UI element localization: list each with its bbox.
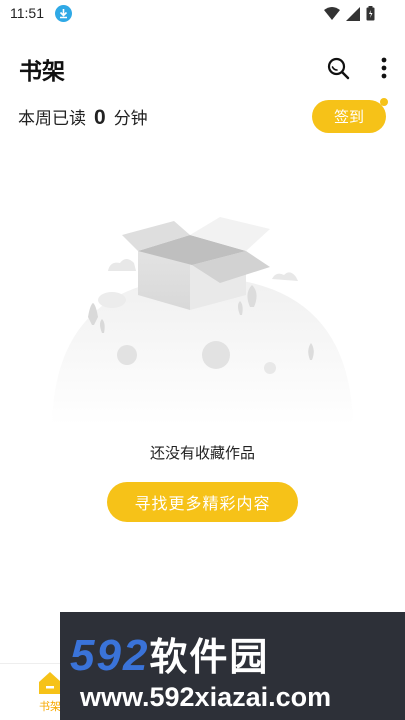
search-button[interactable] bbox=[324, 54, 352, 82]
watermark-banner: 592软件园 www.592xiazai.com bbox=[60, 612, 405, 720]
more-icon bbox=[381, 57, 387, 79]
status-bar: 11:51 bbox=[0, 0, 405, 28]
checkin-button[interactable]: 签到 bbox=[312, 100, 386, 133]
watermark-brand: 592软件园 bbox=[70, 626, 269, 681]
empty-message: 还没有收藏作品 bbox=[149, 444, 255, 462]
watermark-brand-text: 软件园 bbox=[149, 635, 270, 679]
reading-minutes: 0 bbox=[94, 106, 106, 129]
battery-icon bbox=[366, 6, 375, 21]
notification-dot bbox=[380, 98, 388, 106]
more-button[interactable] bbox=[375, 54, 393, 82]
download-icon bbox=[55, 5, 72, 22]
status-icons bbox=[324, 6, 375, 21]
weekly-reading-stats: 本周已读 0 分钟 bbox=[18, 104, 148, 130]
empty-box-icon bbox=[52, 217, 353, 425]
watermark-brand-number: 592 bbox=[70, 631, 150, 680]
status-time: 11:51 bbox=[10, 5, 44, 21]
tab-label: 书架 bbox=[39, 700, 61, 713]
watermark-url: www.592xiazai.com bbox=[80, 682, 332, 712]
reading-unit: 分钟 bbox=[113, 109, 148, 129]
signal-icon bbox=[346, 6, 360, 21]
search-icon bbox=[327, 57, 350, 80]
find-more-button[interactable]: 寻找更多精彩内容 bbox=[107, 482, 298, 522]
page-title: 书架 bbox=[19, 59, 65, 85]
wifi-icon bbox=[324, 6, 340, 20]
reading-prefix: 本周已读 bbox=[18, 109, 86, 129]
